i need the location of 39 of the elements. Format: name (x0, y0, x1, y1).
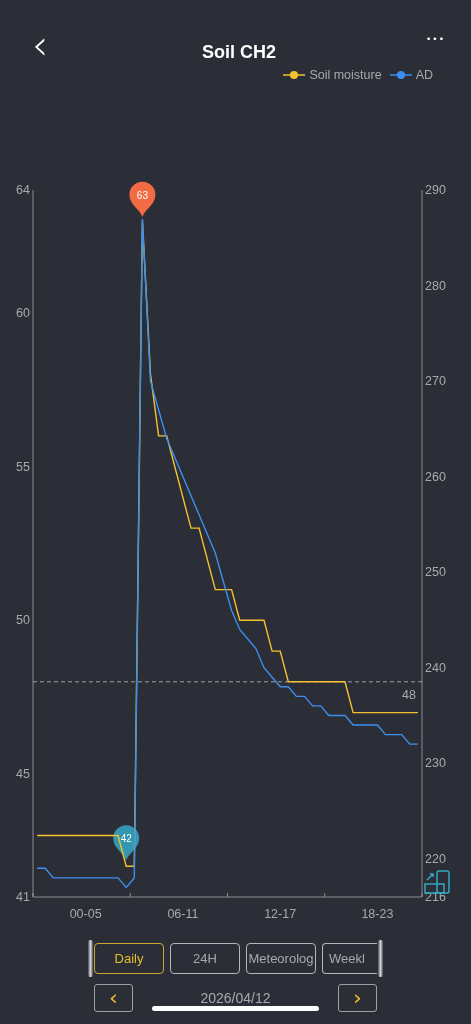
y-axis-label: 260 (425, 469, 446, 484)
marker-pin (113, 825, 140, 861)
y-axis-label: 280 (425, 278, 446, 293)
x-axis-label: 00-05 (69, 907, 102, 921)
marker-value: 63 (136, 189, 148, 201)
y-axis-label: 216 (425, 890, 446, 904)
y-axis-label: 41 (16, 890, 30, 904)
x-axis-label: 18-23 (361, 907, 394, 921)
period-tab[interactable]: Meteorolog (246, 943, 316, 974)
previous-day-button[interactable]: ‹ (94, 984, 133, 1012)
zoom-reset-icon[interactable] (424, 870, 450, 894)
marker-pin (129, 181, 156, 217)
y-axis-label: 55 (16, 459, 30, 474)
y-axis-label: 240 (425, 660, 446, 675)
y-axis-label: 220 (425, 851, 446, 866)
page-title: Soil CH2 (201, 42, 278, 63)
y-axis-label: 45 (16, 767, 30, 782)
next-day-button[interactable]: › (338, 984, 377, 1012)
period-tab[interactable]: 24H (170, 943, 240, 974)
legend-marker-icon (389, 70, 412, 80)
y-axis-label: 250 (425, 565, 446, 580)
x-axis-label: 12-17 (264, 907, 297, 921)
y-axis-label: 230 (425, 756, 446, 771)
legend-label: AD (415, 68, 433, 82)
marker-value: 42 (120, 833, 132, 845)
back-button[interactable]: ‹ (28, 30, 52, 60)
period-tab[interactable]: Weekl (322, 943, 377, 974)
y-axis-label: 60 (16, 305, 30, 320)
y-axis-label: 50 (16, 613, 30, 628)
x-axis-label: 06-11 (167, 907, 199, 921)
more-button[interactable]: ••• (426, 34, 445, 44)
period-tab[interactable]: Daily (94, 943, 164, 974)
y-axis-label: 64 (16, 183, 30, 197)
legend-label: Soil moisture (309, 68, 382, 82)
y-axis-label: 270 (425, 374, 446, 389)
legend-marker-icon (283, 70, 306, 80)
average-value: 48 (402, 687, 416, 702)
date-label: 2026/04/12 (199, 990, 272, 1006)
y-axis-label: 290 (425, 183, 446, 197)
